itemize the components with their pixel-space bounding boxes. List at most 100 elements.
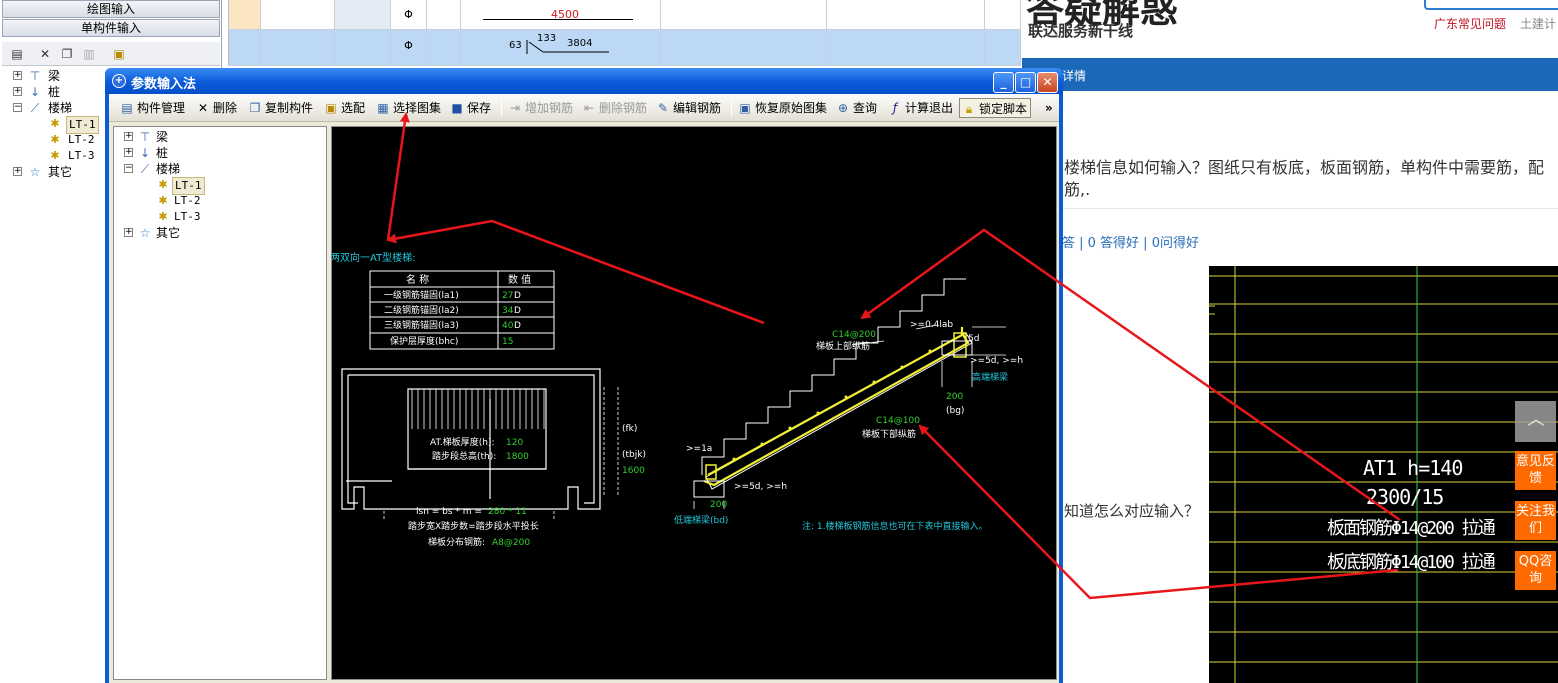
- qq-consult-button[interactable]: QQ咨询: [1515, 551, 1556, 590]
- delete-button[interactable]: ✕ 删除: [195, 98, 237, 118]
- table-cell[interactable]: [827, 30, 985, 65]
- follow-button[interactable]: 关注我们: [1515, 501, 1556, 540]
- drawing-input-button[interactable]: 绘图输入: [2, 0, 220, 18]
- minimize-button[interactable]: _: [993, 72, 1014, 93]
- table-row[interactable]: Φ 4500: [229, 0, 1021, 30]
- drawing-label: 板底钢筋Φ14@100 拉通: [1327, 552, 1496, 573]
- table-cell[interactable]: [985, 0, 1021, 29]
- answer-stats[interactable]: 答 | 0 答得好 | 0问得好: [1062, 232, 1199, 251]
- expand-icon[interactable]: +: [13, 87, 22, 96]
- plan-1600[interactable]: 1600: [622, 466, 645, 476]
- collapse-icon[interactable]: −: [124, 164, 133, 173]
- divider: [1062, 208, 1558, 209]
- binoculars-icon: ⊕: [837, 101, 849, 115]
- delete-rebar-button[interactable]: ⇤ 删除钢筋: [581, 98, 647, 118]
- edit-rebar-button[interactable]: ✎ 编辑钢筋: [655, 98, 721, 118]
- high-beam-label: 高端梯梁: [972, 371, 1008, 383]
- component-mgmt-button[interactable]: ▤ 构件管理: [119, 98, 185, 118]
- properties-icon[interactable]: ▤: [10, 47, 24, 61]
- table-cell[interactable]: [827, 0, 985, 29]
- civil-link[interactable]: 土建计: [1520, 15, 1556, 32]
- rebar-line: [483, 19, 633, 20]
- rebar-grade-cell[interactable]: Φ: [391, 0, 427, 29]
- tool-label: 恢复原始图集: [755, 101, 828, 115]
- table-row-value[interactable]: 34: [502, 306, 514, 316]
- dim-200-a[interactable]: 200: [946, 392, 963, 402]
- single-component-input-button[interactable]: 单构件输入: [2, 19, 220, 37]
- expand-icon[interactable]: +: [124, 132, 133, 141]
- toolbar-overflow-button[interactable]: »: [1045, 98, 1053, 118]
- select-atlas-button[interactable]: ▦ 选择图集: [375, 98, 441, 118]
- dim-200-b[interactable]: 200: [710, 500, 727, 510]
- table-cell[interactable]: [427, 30, 461, 65]
- row-header[interactable]: [229, 0, 261, 29]
- collapse-icon[interactable]: −: [13, 103, 22, 112]
- top-bar-code[interactable]: C14@200: [832, 330, 876, 340]
- table-cell[interactable]: [335, 30, 391, 65]
- table-cell[interactable]: [427, 0, 461, 29]
- save-button[interactable]: ■ 保存: [449, 98, 491, 118]
- table-row-value[interactable]: 27: [502, 291, 513, 301]
- lock-script-button[interactable]: 🔒︎ 锁定脚本: [959, 98, 1032, 118]
- formula-value[interactable]: 280 * 11: [488, 507, 527, 517]
- table-row-value[interactable]: 15: [502, 337, 513, 347]
- atlas-heading: 两双向一AT型楼梯:: [332, 251, 416, 264]
- stair-component-icon: ✱: [50, 133, 60, 146]
- add-rebar-button[interactable]: ⇥ 增加钢筋: [507, 98, 573, 118]
- dist-rebar-value[interactable]: A8@200: [492, 538, 530, 548]
- maximize-button[interactable]: □: [1015, 72, 1036, 93]
- copy-component-button[interactable]: ❐ 复制构件: [247, 98, 313, 118]
- calc-exit-button[interactable]: ƒ 计算退出: [887, 98, 953, 118]
- table-cell[interactable]: [661, 30, 827, 65]
- table-cell[interactable]: [985, 30, 1021, 65]
- paste-icon[interactable]: ▥: [82, 47, 96, 61]
- dim-lines: [383, 387, 619, 521]
- table-row[interactable]: Φ 63 133 3804: [229, 30, 1021, 66]
- expand-icon[interactable]: +: [13, 71, 22, 80]
- expand-icon[interactable]: +: [13, 167, 22, 176]
- table-row-unit: D: [514, 306, 521, 316]
- drawing-image[interactable]: AT1 h=140 2300/15 板面钢筋Φ14@200 拉通 板底钢筋Φ14…: [1209, 266, 1558, 683]
- table-cell[interactable]: [261, 30, 335, 65]
- select-match-button[interactable]: ▣ 选配: [323, 98, 365, 118]
- expand-icon[interactable]: +: [124, 228, 133, 237]
- answer-text: 知道怎么对应输入？: [1064, 502, 1200, 520]
- match-icon[interactable]: ▣: [112, 47, 126, 61]
- faq-link[interactable]: 广东常见问题: [1434, 15, 1506, 32]
- low-beam-label: 低端梯梁(bd): [674, 514, 728, 526]
- copy-icon[interactable]: ❐: [60, 47, 74, 61]
- back-to-top-button[interactable]: ︿: [1515, 401, 1556, 442]
- dialog-titlebar[interactable]: + 参数输入法 _ □ ✕: [105, 68, 1063, 94]
- table-cell[interactable]: [661, 0, 827, 29]
- details-tab[interactable]: 详情: [1062, 67, 1086, 84]
- expand-icon[interactable]: +: [124, 148, 133, 157]
- rebar-shape-cell[interactable]: 63 133 3804: [461, 30, 661, 65]
- plan-thick-value[interactable]: 120: [506, 438, 523, 448]
- bottom-bar-code[interactable]: C14@100: [876, 416, 920, 426]
- rebar-grade-cell[interactable]: Φ: [391, 30, 427, 65]
- stair-component-icon: ✱: [50, 117, 60, 130]
- dim-5d: 5d: [968, 334, 979, 344]
- cad-canvas[interactable]: 两双向一AT型楼梯: 名 称 数 值 一级钢筋锚固(la1) 27 D 二级钢筋…: [331, 126, 1057, 680]
- delete-icon[interactable]: ✕: [38, 47, 52, 61]
- feedback-button[interactable]: 意见反馈: [1515, 451, 1556, 490]
- table-cell[interactable]: [335, 0, 391, 29]
- table-cell[interactable]: [261, 0, 335, 29]
- dialog-tree: + ⊤ 梁 + ↓ 桩 − ⟋ 楼梯 ✱ LT-1 ✱ LT-2 ✱ LT-3 …: [113, 126, 327, 680]
- restore-atlas-button[interactable]: ▣ 恢复原始图集: [737, 98, 827, 118]
- dialog-toolbar: ▤ 构件管理 ✕ 删除 ❐ 复制构件 ▣ 选配 ▦ 选择图集 ■ 保存 ⇥ 增加钢筋 ⇤ 删除钢…: [109, 94, 1059, 122]
- close-button[interactable]: ✕: [1037, 72, 1058, 93]
- rebar-shape-cell[interactable]: 4500: [461, 0, 661, 29]
- star-icon: ☆: [139, 226, 151, 240]
- tool-label: 选择图集: [393, 101, 442, 115]
- tree-label: LT-2: [68, 133, 95, 146]
- plan-height-value[interactable]: 1800: [506, 452, 529, 462]
- query-button[interactable]: ⊕ 查询: [835, 98, 877, 118]
- search-box[interactable]: [1424, 0, 1558, 10]
- table-row-value[interactable]: 40: [502, 321, 514, 331]
- table-row-unit: D: [514, 321, 521, 331]
- stair-treads: [411, 389, 545, 429]
- beam-icon: ⊤: [139, 130, 151, 144]
- row-header[interactable]: [229, 30, 261, 65]
- copy-icon: ❐: [249, 101, 261, 115]
